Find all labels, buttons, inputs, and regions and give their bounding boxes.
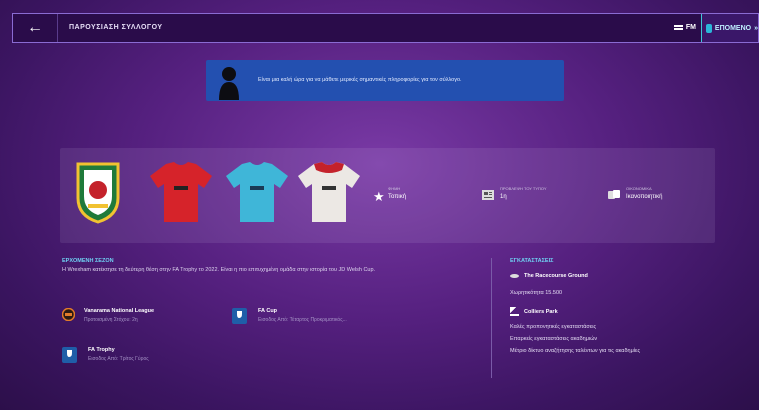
- finances-stat: ΟΙΚΟΝΟΜΙΚΑ Ικανοποιητική: [626, 186, 662, 200]
- stadium-icon: [510, 273, 519, 278]
- newspaper-icon: [482, 190, 494, 200]
- chevron-right-icon: »: [754, 24, 758, 32]
- stadium-row[interactable]: The Racecourse Ground: [510, 273, 588, 279]
- facility-line: Επαρκείς εγκαταστάσεις ακαδημιών: [510, 336, 598, 342]
- page-title: ΠΑΡΟΥΣΙΑΣΗ ΣΥΛΛΟΓΟΥ: [69, 24, 163, 31]
- stat-label: ΟΙΚΟΝΟΜΙΚΑ: [626, 186, 652, 191]
- competition-detail: Εισοδος Από: Τρίτος Γύρος: [88, 356, 149, 362]
- away-kit-shirt: [226, 162, 288, 222]
- stat-value: 1η: [500, 194, 507, 200]
- next-button[interactable]: ΕΠΟΜΕΝΟ »: [701, 14, 758, 42]
- club-crest-icon: [76, 162, 120, 224]
- media-prediction-stat: ΠΡΟΒΛΕΨΗ ΤΟΥ ΤΥΠΟΥ 1η: [500, 186, 547, 200]
- arrow-left-icon: ←: [27, 19, 43, 36]
- third-kit-shirt: [298, 162, 360, 222]
- training-ground-row[interactable]: Colliers Park: [510, 307, 558, 316]
- competition-item[interactable]: FA Trophy Εισοδος Από: Τρίτος Γύρος: [62, 347, 149, 363]
- stadium-name: The Racecourse Ground: [524, 273, 588, 279]
- facilities-section-title: ΕΓΚΑΤΑΣΤΑΣΕΙΣ: [510, 258, 554, 264]
- competition-name: Vanarama National League: [84, 308, 154, 314]
- facility-line: Μέτριο δίκτυο αναζήτησης ταλέντων για τι…: [510, 348, 641, 354]
- section-divider: [491, 258, 492, 378]
- top-bar: ← ΠΑΡΟΥΣΙΑΣΗ ΣΥΛΛΟΓΟΥ FM ΕΠΟΜΕΝΟ »: [12, 13, 759, 43]
- competition-detail: Εισοδος Από: Τέταρτος Προκριματικός...: [258, 317, 347, 323]
- fa-cup-logo-icon: [232, 308, 247, 324]
- training-ground-name: Colliers Park: [524, 308, 558, 315]
- stat-value: Τοπική: [388, 194, 407, 200]
- competition-item[interactable]: Vanarama National League Προτοισμένη Στό…: [62, 308, 154, 323]
- home-kit-shirt: [150, 162, 212, 222]
- menu-icon: [673, 24, 683, 30]
- stat-label: ΦΗΜΗ: [388, 186, 401, 191]
- stat-label: ΠΡΟΒΛΕΨΗ ΤΟΥ ΤΥΠΟΥ: [500, 186, 547, 191]
- competition-name: FA Cup: [258, 308, 278, 314]
- info-banner: Είναι μια καλή ώρα για να μάθετε μερικές…: [206, 60, 564, 101]
- person-silhouette-icon: [219, 67, 239, 100]
- next-label: ΕΠΟΜΕΝΟ: [714, 24, 752, 32]
- competition-detail: Προτοισμένη Στόχου: 2η: [84, 317, 138, 323]
- fa-trophy-logo-icon: [62, 347, 77, 363]
- club-overview-card: ★ ΦΗΜΗ Τοπική ΠΡΟΒΛΕΨΗ ΤΟΥ ΤΥΠΟΥ 1η ΟΙΚΟ…: [60, 148, 715, 243]
- season-section-title: ΕΡΧΟΜΕΝΗ ΣΕΖΟΝ: [62, 258, 114, 264]
- fm-label: FM: [685, 24, 696, 31]
- star-icon: ★: [373, 189, 385, 204]
- stadium-capacity: Χωρητικότητα 15.500: [510, 290, 563, 296]
- money-icon: [608, 190, 620, 199]
- league-logo-icon: [62, 308, 75, 321]
- banner-message: Είναι μια καλή ώρα για να μάθετε μερικές…: [258, 77, 462, 83]
- training-icon: [510, 307, 519, 316]
- season-description: Η Wrexham κατέκτησε τη δεύτερη θέση στην…: [62, 267, 376, 273]
- competition-name: FA Trophy: [88, 347, 115, 353]
- back-button[interactable]: ←: [13, 14, 58, 42]
- competition-item[interactable]: FA Cup Εισοδος Από: Τέταρτος Προκριματικ…: [232, 308, 347, 324]
- stat-value: Ικανοποιητική: [626, 194, 663, 200]
- forward-icon: [706, 23, 712, 33]
- facility-line: Καλές προπονητικές εγκαταστάσεις: [510, 324, 597, 330]
- reputation-stat: ΦΗΜΗ Τοπική: [388, 186, 406, 200]
- fm-menu-button[interactable]: FM: [673, 14, 696, 42]
